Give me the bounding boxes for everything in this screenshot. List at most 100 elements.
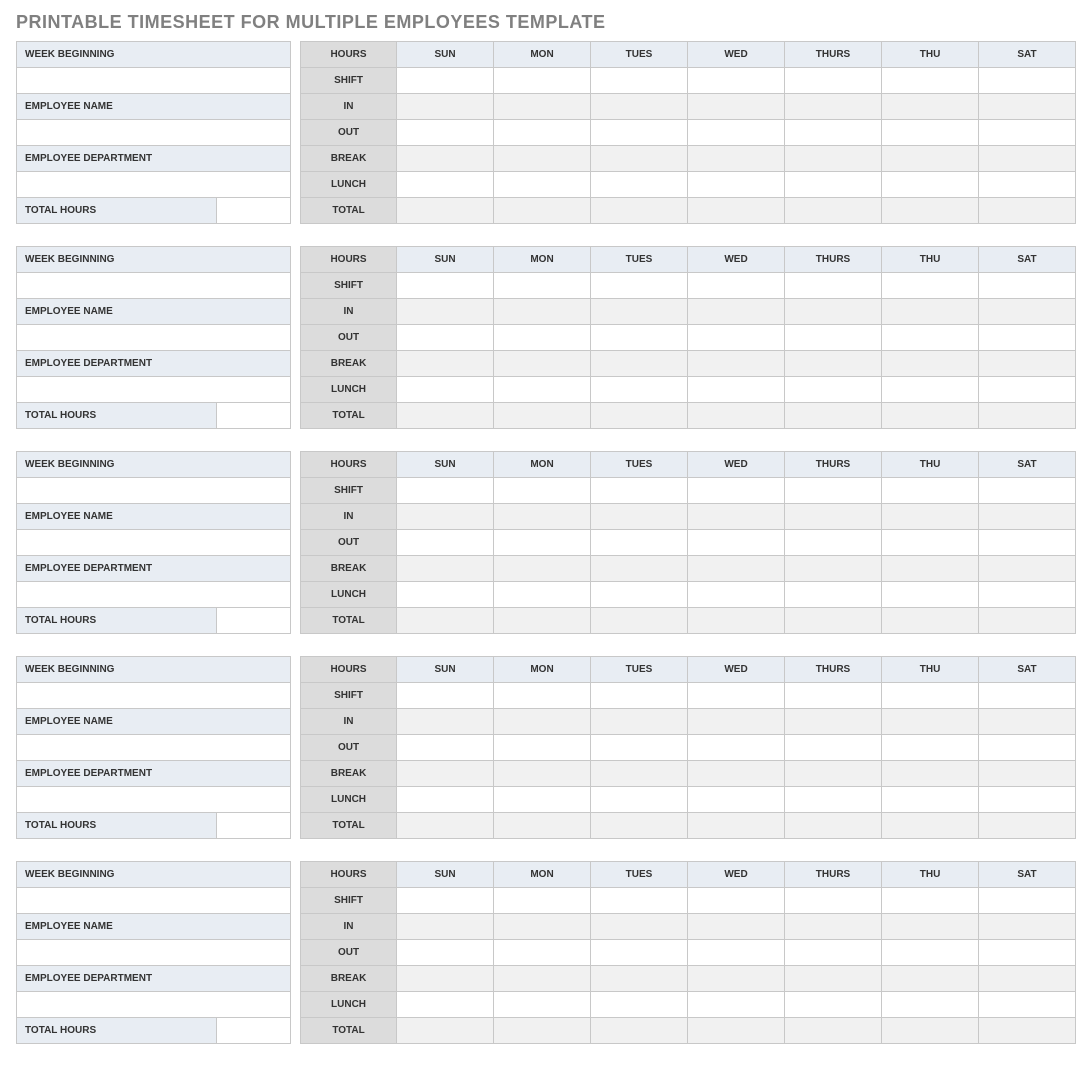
break-cell-2[interactable] <box>591 761 688 787</box>
total-cell-4[interactable] <box>785 1018 882 1044</box>
shift-cell-3[interactable] <box>688 273 785 299</box>
lunch-cell-4[interactable] <box>785 582 882 608</box>
in-cell-1[interactable] <box>494 914 591 940</box>
break-cell-0[interactable] <box>397 351 494 377</box>
lunch-cell-1[interactable] <box>494 582 591 608</box>
total-cell-1[interactable] <box>494 403 591 429</box>
lunch-cell-2[interactable] <box>591 172 688 198</box>
total-cell-3[interactable] <box>688 403 785 429</box>
employee-name-value[interactable] <box>17 940 291 966</box>
shift-cell-0[interactable] <box>397 478 494 504</box>
employee-name-value[interactable] <box>17 530 291 556</box>
lunch-cell-5[interactable] <box>882 172 979 198</box>
employee-department-value[interactable] <box>17 787 291 813</box>
shift-cell-4[interactable] <box>785 273 882 299</box>
shift-cell-1[interactable] <box>494 68 591 94</box>
in-cell-5[interactable] <box>882 94 979 120</box>
break-cell-6[interactable] <box>979 761 1076 787</box>
out-cell-0[interactable] <box>397 120 494 146</box>
total-cell-1[interactable] <box>494 608 591 634</box>
total-hours-value[interactable] <box>217 608 291 634</box>
lunch-cell-2[interactable] <box>591 582 688 608</box>
lunch-cell-3[interactable] <box>688 787 785 813</box>
in-cell-1[interactable] <box>494 94 591 120</box>
lunch-cell-1[interactable] <box>494 787 591 813</box>
out-cell-1[interactable] <box>494 940 591 966</box>
lunch-cell-1[interactable] <box>494 992 591 1018</box>
in-cell-4[interactable] <box>785 914 882 940</box>
in-cell-4[interactable] <box>785 709 882 735</box>
total-cell-6[interactable] <box>979 813 1076 839</box>
break-cell-0[interactable] <box>397 556 494 582</box>
out-cell-0[interactable] <box>397 735 494 761</box>
total-hours-value[interactable] <box>217 403 291 429</box>
shift-cell-0[interactable] <box>397 68 494 94</box>
in-cell-4[interactable] <box>785 504 882 530</box>
lunch-cell-2[interactable] <box>591 787 688 813</box>
break-cell-4[interactable] <box>785 761 882 787</box>
break-cell-2[interactable] <box>591 556 688 582</box>
out-cell-2[interactable] <box>591 530 688 556</box>
lunch-cell-5[interactable] <box>882 787 979 813</box>
shift-cell-6[interactable] <box>979 888 1076 914</box>
break-cell-4[interactable] <box>785 146 882 172</box>
out-cell-6[interactable] <box>979 325 1076 351</box>
total-hours-value[interactable] <box>217 813 291 839</box>
employee-department-value[interactable] <box>17 582 291 608</box>
total-cell-6[interactable] <box>979 1018 1076 1044</box>
shift-cell-1[interactable] <box>494 888 591 914</box>
employee-department-value[interactable] <box>17 992 291 1018</box>
employee-name-value[interactable] <box>17 735 291 761</box>
in-cell-6[interactable] <box>979 914 1076 940</box>
total-cell-5[interactable] <box>882 403 979 429</box>
lunch-cell-3[interactable] <box>688 172 785 198</box>
in-cell-0[interactable] <box>397 709 494 735</box>
employee-name-value[interactable] <box>17 120 291 146</box>
lunch-cell-3[interactable] <box>688 377 785 403</box>
out-cell-2[interactable] <box>591 325 688 351</box>
shift-cell-3[interactable] <box>688 888 785 914</box>
out-cell-4[interactable] <box>785 530 882 556</box>
total-cell-2[interactable] <box>591 198 688 224</box>
shift-cell-5[interactable] <box>882 68 979 94</box>
total-cell-5[interactable] <box>882 608 979 634</box>
lunch-cell-0[interactable] <box>397 172 494 198</box>
in-cell-6[interactable] <box>979 94 1076 120</box>
out-cell-1[interactable] <box>494 735 591 761</box>
out-cell-4[interactable] <box>785 735 882 761</box>
in-cell-3[interactable] <box>688 504 785 530</box>
shift-cell-5[interactable] <box>882 683 979 709</box>
employee-department-value[interactable] <box>17 172 291 198</box>
out-cell-4[interactable] <box>785 120 882 146</box>
total-cell-6[interactable] <box>979 198 1076 224</box>
out-cell-3[interactable] <box>688 325 785 351</box>
out-cell-6[interactable] <box>979 530 1076 556</box>
shift-cell-1[interactable] <box>494 273 591 299</box>
lunch-cell-4[interactable] <box>785 787 882 813</box>
lunch-cell-6[interactable] <box>979 992 1076 1018</box>
lunch-cell-1[interactable] <box>494 377 591 403</box>
break-cell-6[interactable] <box>979 351 1076 377</box>
break-cell-3[interactable] <box>688 146 785 172</box>
total-cell-4[interactable] <box>785 403 882 429</box>
out-cell-0[interactable] <box>397 530 494 556</box>
break-cell-2[interactable] <box>591 966 688 992</box>
out-cell-5[interactable] <box>882 120 979 146</box>
shift-cell-4[interactable] <box>785 68 882 94</box>
shift-cell-2[interactable] <box>591 683 688 709</box>
out-cell-6[interactable] <box>979 735 1076 761</box>
in-cell-6[interactable] <box>979 299 1076 325</box>
in-cell-3[interactable] <box>688 94 785 120</box>
out-cell-6[interactable] <box>979 120 1076 146</box>
out-cell-1[interactable] <box>494 530 591 556</box>
in-cell-0[interactable] <box>397 299 494 325</box>
lunch-cell-4[interactable] <box>785 172 882 198</box>
lunch-cell-0[interactable] <box>397 582 494 608</box>
total-hours-value[interactable] <box>217 1018 291 1044</box>
shift-cell-1[interactable] <box>494 683 591 709</box>
in-cell-3[interactable] <box>688 914 785 940</box>
out-cell-5[interactable] <box>882 530 979 556</box>
break-cell-3[interactable] <box>688 556 785 582</box>
lunch-cell-6[interactable] <box>979 377 1076 403</box>
in-cell-2[interactable] <box>591 504 688 530</box>
